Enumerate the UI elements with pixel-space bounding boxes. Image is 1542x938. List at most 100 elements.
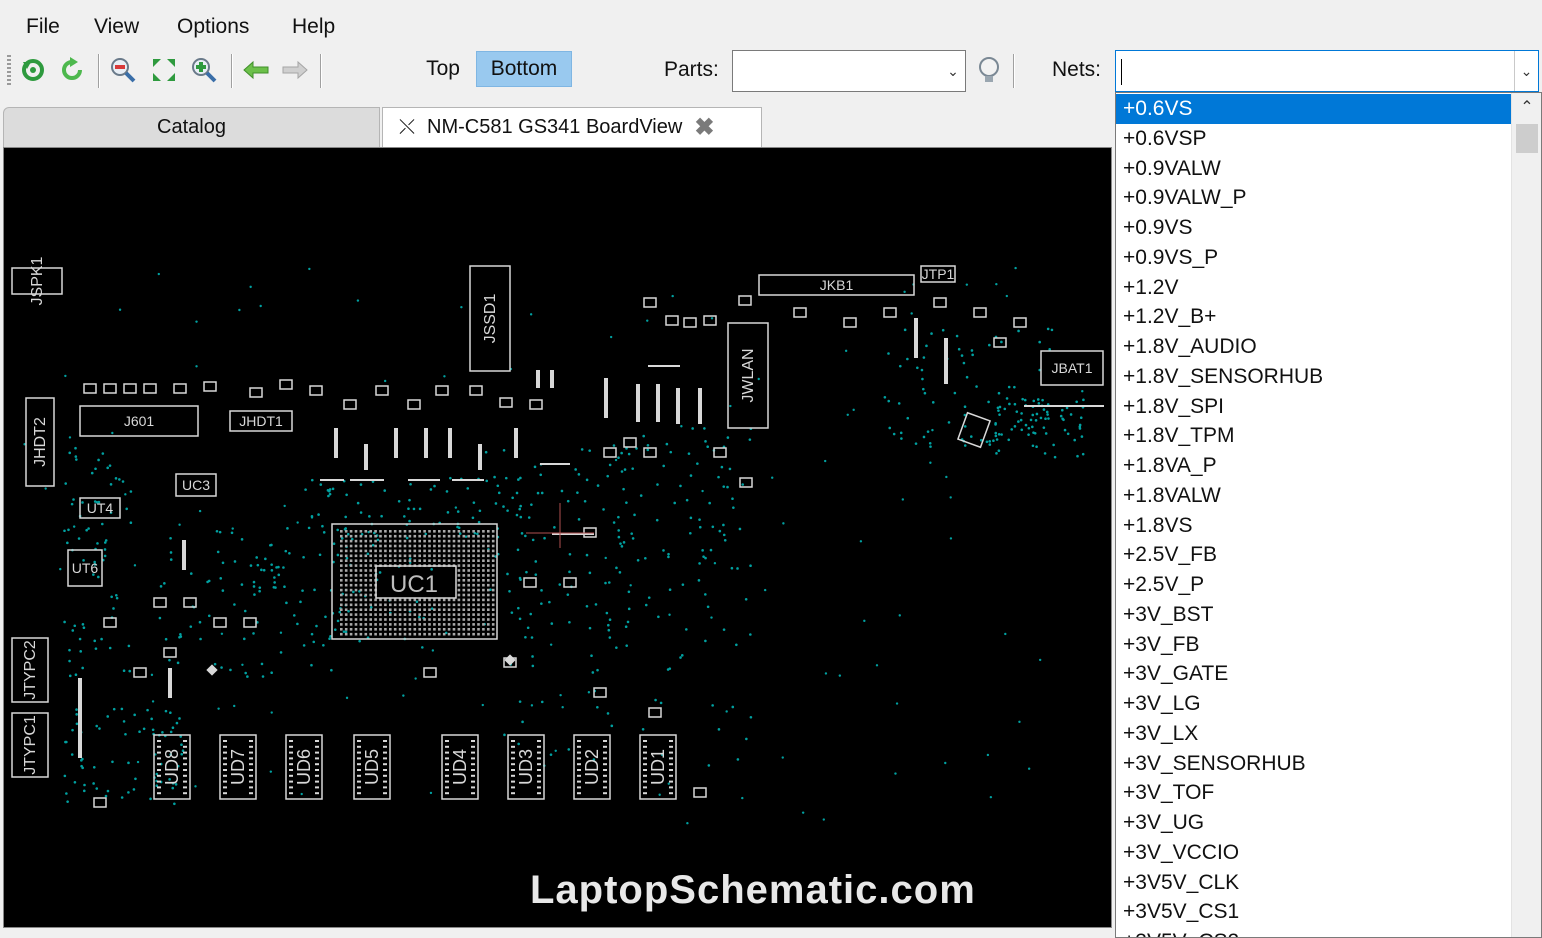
via-dot [1081, 452, 1085, 456]
scroll-thumb[interactable] [1516, 124, 1538, 153]
highlight-bulb-icon[interactable] [974, 55, 1004, 85]
via-dot [673, 501, 677, 505]
bga-pad [369, 618, 372, 621]
board-canvas[interactable]: JSPK1 JSSD1 JKB1 JTP1 JWLAN JBAT1 JHDT2 J601 JHD… [3, 147, 1112, 928]
net-item[interactable]: +1.8V_TPM [1116, 421, 1511, 451]
menu-help[interactable]: Help [292, 15, 335, 39]
net-item[interactable]: +1.2V_B+ [1116, 302, 1511, 332]
menu-view[interactable]: View [94, 15, 139, 39]
bga-pad [477, 554, 480, 558]
via-dot [242, 637, 246, 641]
net-item[interactable]: +3V_TOF [1116, 778, 1511, 808]
net-item[interactable]: +1.8V_SPI [1116, 392, 1511, 422]
bga-pad [389, 608, 392, 611]
fit-board-icon[interactable] [149, 55, 179, 85]
net-item[interactable]: +3V_FB [1116, 630, 1511, 660]
bga-pad [433, 632, 436, 636]
net-item[interactable]: +3V5V_CS2 [1116, 927, 1511, 937]
rotate-right-icon[interactable] [57, 55, 87, 85]
via-dot [77, 537, 81, 540]
via-dot [240, 538, 244, 541]
menu-file[interactable]: File [26, 15, 60, 39]
net-item[interactable]: +3V_GATE [1116, 659, 1511, 689]
net-item[interactable]: +1.8V_SENSORHUB [1116, 362, 1511, 392]
back-arrow-icon[interactable] [241, 55, 271, 85]
via-dot [561, 706, 564, 709]
net-item[interactable]: +3V_SENSORHUB [1116, 749, 1511, 779]
nets-combobox[interactable]: ⌄ [1115, 50, 1539, 92]
via-dot [543, 536, 546, 540]
bottom-layer-button[interactable]: Bottom [476, 51, 572, 87]
zoom-in-icon[interactable] [189, 55, 219, 85]
bga-pad [487, 530, 490, 533]
net-item[interactable]: +1.8VA_P [1116, 451, 1511, 481]
passive [529, 399, 543, 410]
net-item[interactable]: +3V_LX [1116, 719, 1511, 749]
net-item[interactable]: +0.9VS [1116, 213, 1511, 243]
forward-arrow-icon[interactable] [280, 55, 310, 85]
via-dot [1013, 385, 1016, 389]
rotate-left-icon[interactable] [18, 55, 48, 85]
via-dot [524, 635, 527, 639]
net-item[interactable]: +3V_LG [1116, 689, 1511, 719]
toolbar-grip[interactable] [7, 55, 11, 85]
net-item[interactable]: +3V5V_CS1 [1116, 897, 1511, 927]
close-icon[interactable]: ✖ [694, 113, 714, 142]
tab-catalog[interactable]: Catalog [3, 107, 380, 147]
via-dot [667, 552, 670, 556]
list-scrollbar[interactable]: ⌃ [1511, 93, 1541, 937]
net-item[interactable]: +1.8VS [1116, 511, 1511, 541]
bga-pad [472, 559, 475, 562]
net-item[interactable]: +2.5V_P [1116, 570, 1511, 600]
bga-pad [359, 530, 363, 533]
bga-pad [374, 603, 377, 607]
net-item[interactable]: +0.9VALW [1116, 154, 1511, 184]
via-dot [608, 463, 612, 467]
via-dot [238, 308, 241, 312]
bga-pad [344, 549, 348, 553]
bga-pad [384, 623, 387, 626]
net-item[interactable]: +3V_UG [1116, 808, 1511, 838]
net-item[interactable]: +3V_BST [1116, 600, 1511, 630]
bga-pad [384, 544, 387, 548]
bga-pad [433, 623, 436, 626]
chevron-down-icon[interactable]: ⌄ [1514, 51, 1538, 91]
via-dot [852, 408, 855, 412]
net-item[interactable]: +1.2V [1116, 273, 1511, 303]
net-item[interactable]: +3V5V_CLK [1116, 868, 1511, 898]
net-item[interactable]: +1.8VALW [1116, 481, 1511, 511]
bga-pad [364, 569, 368, 572]
via-dot [591, 671, 595, 674]
parts-combobox[interactable]: ⌄ [732, 50, 966, 92]
bga-pad [418, 544, 421, 548]
net-item[interactable]: +0.6VS [1116, 94, 1511, 124]
chevron-down-icon[interactable]: ⌄ [941, 51, 965, 91]
board-drawing[interactable]: JSPK1JSSD1JKB1JTP1JWLAN JBAT1JHDT2 J601 JHD… [4, 148, 1112, 928]
net-item[interactable]: +0.6VSP [1116, 124, 1511, 154]
menu-options[interactable]: Options [177, 15, 249, 39]
via-dot [304, 488, 307, 491]
passive [153, 597, 167, 608]
bga-pad [369, 628, 372, 631]
via-dot [324, 615, 327, 619]
bga-pad [487, 608, 490, 611]
bga-pad [442, 628, 446, 631]
bga-pad [413, 544, 417, 548]
net-item[interactable]: +0.9VS_P [1116, 243, 1511, 273]
bga-pad [384, 628, 387, 631]
net-item[interactable]: +1.8V_AUDIO [1116, 332, 1511, 362]
via-dot [680, 425, 683, 428]
top-layer-button[interactable]: Top [415, 51, 471, 87]
net-item[interactable]: +2.5V_FB [1116, 540, 1511, 570]
nets-dropdown-list[interactable]: +0.6VS +0.6VSP +0.9VALW +0.9VALW_P +0.9VS +0.… [1115, 92, 1542, 938]
dram-pad [471, 740, 475, 742]
bga-pad [491, 544, 495, 548]
dram-pad [249, 774, 253, 777]
scroll-up-icon[interactable]: ⌃ [1512, 97, 1541, 117]
dram-pad [603, 757, 607, 760]
net-item[interactable]: +3V_VCCIO [1116, 838, 1511, 868]
net-item[interactable]: +0.9VALW_P [1116, 183, 1511, 213]
zoom-out-icon[interactable] [108, 55, 138, 85]
tab-boardview[interactable]: ⤬ NM-C581 GS341 BoardView ✖ [382, 107, 762, 147]
via-dot [995, 438, 999, 441]
